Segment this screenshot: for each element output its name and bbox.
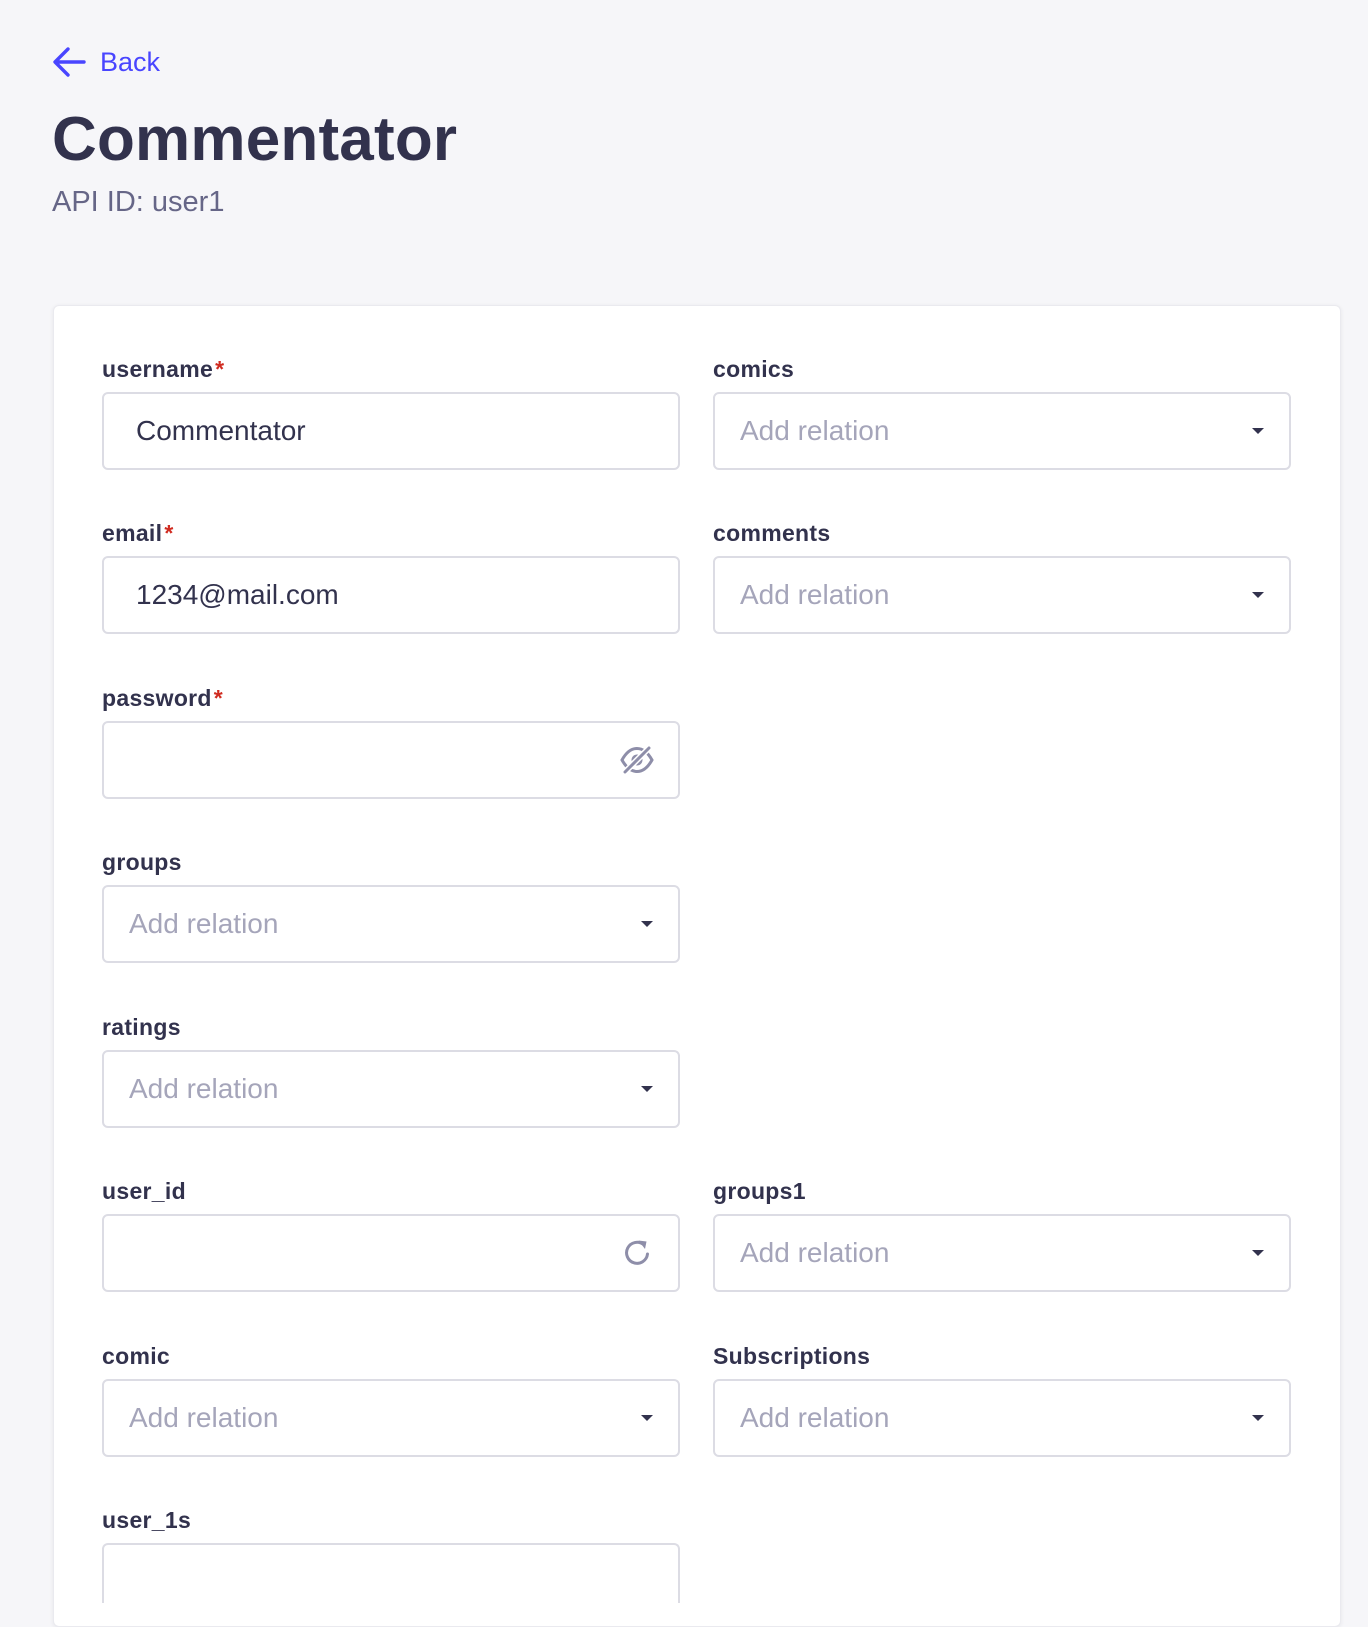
- caret-down-icon[interactable]: [1251, 588, 1265, 602]
- api-id-subtitle: API ID: user1: [52, 186, 225, 218]
- subscriptions-placeholder: Add relation: [740, 1402, 890, 1433]
- eye-off-icon[interactable]: [618, 741, 656, 779]
- comments-label: comments: [713, 520, 831, 546]
- user-id-input-box: [102, 1214, 680, 1292]
- caret-down-icon[interactable]: [640, 917, 654, 931]
- caret-down-icon[interactable]: [1251, 1246, 1265, 1260]
- required-mark: *: [215, 356, 225, 382]
- edit-form-card: username* email* password* groups: [53, 305, 1341, 1627]
- comments-select[interactable]: Add relation: [713, 556, 1291, 634]
- comics-select[interactable]: Add relation: [713, 392, 1291, 470]
- email-label: email*: [102, 520, 174, 546]
- groups1-placeholder: Add relation: [740, 1237, 890, 1268]
- back-link[interactable]: Back: [52, 44, 160, 80]
- groups1-label: groups1: [713, 1178, 806, 1204]
- caret-down-icon[interactable]: [1251, 1411, 1265, 1425]
- caret-down-icon[interactable]: [640, 1082, 654, 1096]
- groups1-select[interactable]: Add relation: [713, 1214, 1291, 1292]
- required-mark: *: [213, 685, 224, 711]
- groups-placeholder: Add relation: [129, 908, 279, 939]
- groups-label: groups: [102, 849, 182, 875]
- arrow-left-icon: [53, 47, 86, 77]
- password-input-box: [102, 721, 680, 799]
- ratings-placeholder: Add relation: [129, 1073, 279, 1104]
- user-id-input[interactable]: [104, 1216, 678, 1290]
- back-label: Back: [100, 47, 161, 77]
- ratings-label: ratings: [102, 1014, 181, 1040]
- caret-down-icon[interactable]: [640, 1411, 654, 1425]
- username-label: username*: [102, 356, 225, 382]
- user-1s-input-box[interactable]: [102, 1543, 680, 1603]
- refresh-icon[interactable]: [618, 1234, 656, 1272]
- user-1s-label: user_1s: [102, 1507, 192, 1533]
- caret-down-icon[interactable]: [1251, 424, 1265, 438]
- page-title: Commentator: [52, 105, 458, 174]
- comic-label: comic: [102, 1343, 170, 1369]
- password-input[interactable]: [104, 723, 678, 797]
- user-id-label: user_id: [102, 1178, 186, 1204]
- email-input[interactable]: [104, 558, 678, 632]
- comics-placeholder: Add relation: [740, 415, 890, 446]
- comments-placeholder: Add relation: [740, 579, 890, 610]
- subscriptions-select[interactable]: Add relation: [713, 1379, 1291, 1457]
- ratings-select[interactable]: Add relation: [102, 1050, 680, 1128]
- comic-select[interactable]: Add relation: [102, 1379, 680, 1457]
- comics-label: comics: [713, 356, 795, 382]
- username-input[interactable]: [104, 394, 678, 468]
- subscriptions-label: Subscriptions: [713, 1343, 871, 1369]
- required-mark: *: [164, 520, 174, 546]
- email-input-box: [102, 556, 680, 634]
- comic-placeholder: Add relation: [129, 1402, 279, 1433]
- groups-select[interactable]: Add relation: [102, 885, 680, 963]
- password-label: password*: [102, 685, 224, 711]
- username-input-box: [102, 392, 680, 470]
